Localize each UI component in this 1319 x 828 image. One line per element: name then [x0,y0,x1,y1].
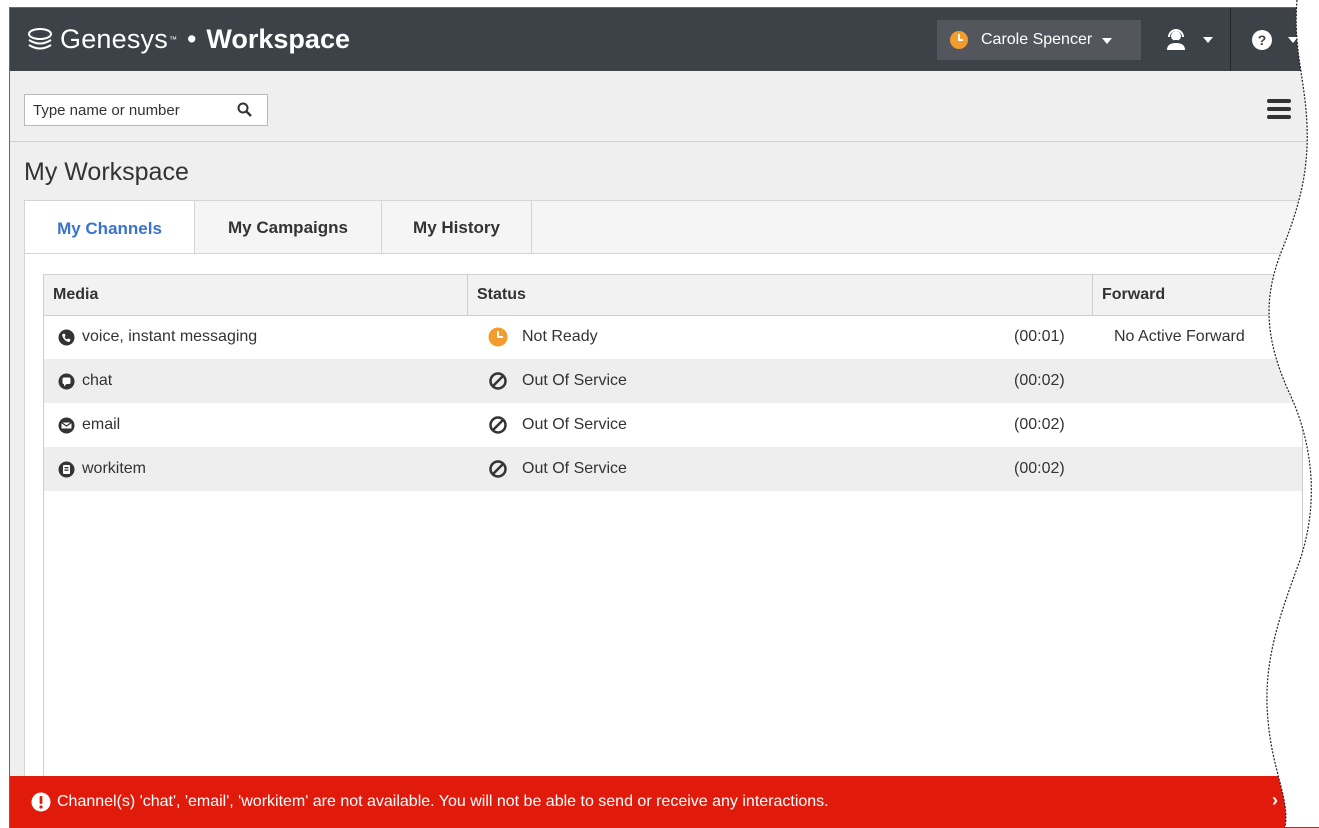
out-of-service-icon [488,371,508,391]
column-header-forward[interactable]: Forward [1093,275,1304,315]
status-label: Out Of Service [522,460,627,477]
brand-separator: • [186,24,197,54]
product-name: Workspace [206,24,350,54]
not-ready-clock-icon [488,327,508,347]
status-cell: Out Of Service [488,403,627,447]
table-header: Media Status Forward [44,275,1302,316]
media-cell: chat [58,359,112,403]
status-cell: Out Of Service [488,447,627,491]
out-of-service-icon [488,459,508,479]
help-menu-button[interactable]: ? [1242,20,1312,60]
genesys-logo-icon [26,27,54,53]
banner-dismiss-button[interactable]: › [1272,790,1278,811]
agent-status-button[interactable]: Carole Spencer [937,20,1141,60]
brand: Genesys ™ • Workspace [26,8,350,71]
status-duration: (00:02) [1014,460,1065,477]
page-title: My Workspace [24,158,189,186]
status-label: Out Of Service [522,416,627,433]
chevron-down-icon [1288,37,1298,43]
table-row[interactable]: voice, instant messaging Not Ready (00:0… [44,315,1302,359]
hamburger-menu-icon[interactable] [1267,99,1291,121]
media-label: workitem [82,460,147,477]
help-icon: ? [1252,30,1272,50]
support-menu-button[interactable] [1145,20,1231,60]
svg-text:?: ? [1258,32,1267,48]
media-cell: voice, instant messaging [58,315,257,359]
out-of-service-icon [488,415,508,435]
agent-name: Carole Spencer [981,31,1093,48]
status-duration: (00:01) [1014,328,1065,345]
channels-panel: Media Status Forward voice, instant mess… [24,253,1319,828]
workspace-window: Genesys ™ • Workspace Carole Spencer ? T… [9,7,1319,828]
media-label: voice, instant messaging [82,328,258,345]
tab-my-channels[interactable]: My Channels [25,201,195,256]
status-cell: Not Ready [488,315,598,359]
table-row[interactable]: chat Out Of Service (00:02) [44,359,1302,403]
status-cell: Out Of Service [488,359,627,403]
column-header-status[interactable]: Status [468,275,1093,315]
search-icon[interactable] [237,102,253,118]
voice-im-icon [58,329,75,346]
banner-message: Channel(s) 'chat', 'email', 'workitem' a… [57,793,829,810]
channels-table: Media Status Forward voice, instant mess… [43,274,1303,828]
not-ready-clock-icon [949,30,969,50]
search-bar-row [10,71,1319,142]
status-label: Not Ready [522,328,598,345]
agent-headset-icon [1163,28,1189,52]
top-bar: Genesys ™ • Workspace Carole Spencer ? [10,8,1319,71]
chevron-down-icon [1102,31,1113,49]
column-header-media[interactable]: Media [44,275,468,315]
search-input[interactable] [31,100,231,120]
brand-trademark: ™ [168,35,177,44]
tab-my-campaigns[interactable]: My Campaigns [195,201,382,255]
tab-my-history[interactable]: My History [382,201,532,255]
email-icon [58,417,75,434]
alert-icon [31,792,51,812]
chat-icon [58,373,75,390]
channel-error-banner: Channel(s) 'chat', 'email', 'workitem' a… [10,776,1319,828]
search-box [24,94,268,126]
workitem-icon [58,461,75,478]
brand-name: Genesys [60,24,168,54]
media-label: chat [82,372,113,389]
forward-cell: No Active Forward [1114,328,1245,345]
table-row[interactable]: email Out Of Service (00:02) [44,403,1302,447]
status-label: Out Of Service [522,372,627,389]
toolbar-divider [1230,8,1231,71]
media-cell: workitem [58,447,146,491]
chevron-down-icon [1203,37,1213,43]
table-row[interactable]: workitem Out Of Service (00:02) [44,447,1302,491]
media-cell: email [58,403,120,447]
media-label: email [82,416,121,433]
status-duration: (00:02) [1014,416,1065,433]
tab-bar: My Channels My Campaigns My History [24,200,1319,256]
status-duration: (00:02) [1014,372,1065,389]
